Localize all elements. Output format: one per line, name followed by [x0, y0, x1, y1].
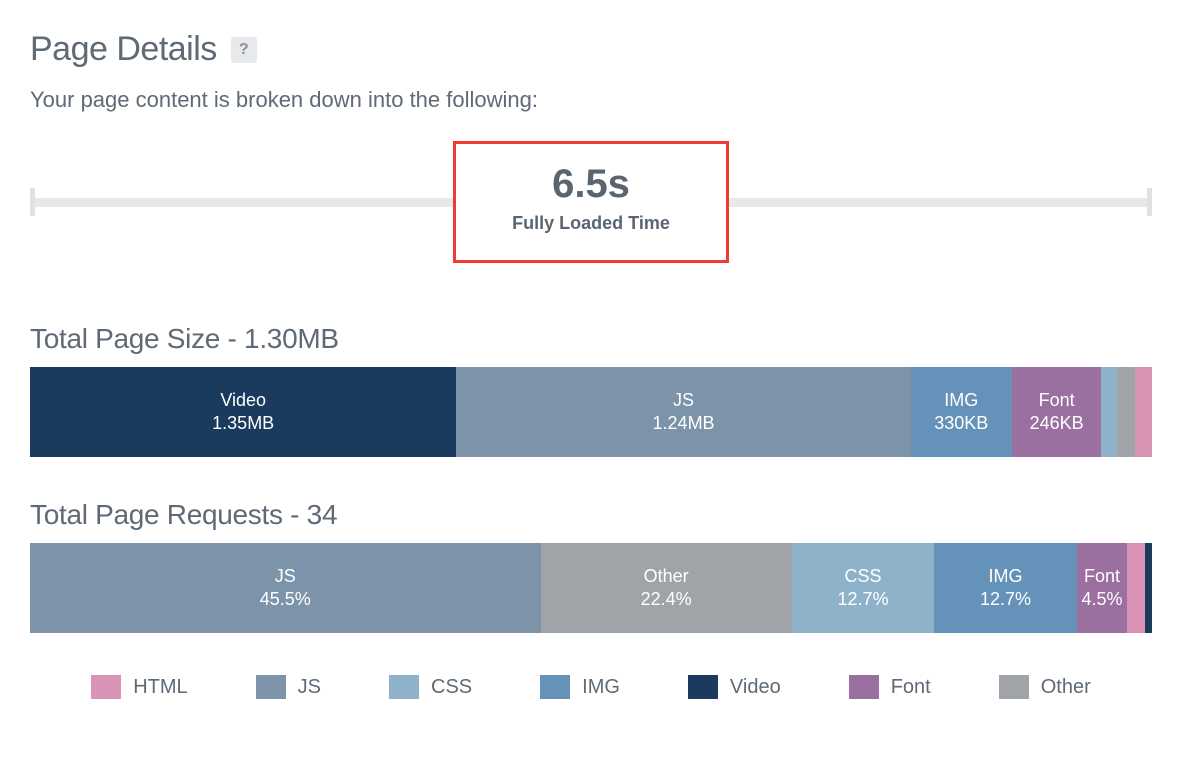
- requests-heading: Total Page Requests - 34: [30, 499, 1152, 531]
- swatch-js: [256, 675, 286, 699]
- segment-value: 330KB: [934, 413, 988, 434]
- bar-segment-js[interactable]: JS45.5%: [30, 543, 541, 633]
- segment-value: 4.5%: [1082, 589, 1123, 610]
- subtitle: Your page content is broken down into th…: [30, 87, 1152, 113]
- segment-value: 12.7%: [838, 589, 889, 610]
- title-row: Page Details ?: [30, 30, 1152, 69]
- swatch-other: [999, 675, 1029, 699]
- legend-label-img: IMG: [582, 676, 620, 699]
- segment-label: IMG: [989, 566, 1023, 587]
- bar-segment-other[interactable]: [1117, 367, 1135, 457]
- swatch-font: [849, 675, 879, 699]
- bar-segment-img[interactable]: IMG330KB: [911, 367, 1012, 457]
- bar-segment-font[interactable]: Font4.5%: [1077, 543, 1127, 633]
- segment-label: Other: [644, 566, 689, 587]
- bar-segment-other[interactable]: Other22.4%: [541, 543, 792, 633]
- bar-segment-video[interactable]: Video1.35MB: [30, 367, 456, 457]
- timeline-line-right: [729, 198, 1147, 207]
- legend-item-other[interactable]: Other: [999, 675, 1091, 699]
- segment-value: 246KB: [1030, 413, 1084, 434]
- page-size-bar: Video1.35MBJS1.24MBIMG330KBFont246KB: [30, 367, 1152, 457]
- bar-segment-css[interactable]: [1101, 367, 1117, 457]
- page-title: Page Details: [30, 30, 217, 69]
- size-heading: Total Page Size - 1.30MB: [30, 323, 1152, 355]
- legend-item-js[interactable]: JS: [256, 675, 321, 699]
- segment-label: Font: [1039, 390, 1075, 411]
- page-requests-bar: JS45.5%Other22.4%CSS12.7%IMG12.7%Font4.5…: [30, 543, 1152, 633]
- segment-label: JS: [673, 390, 694, 411]
- timeline-line-left: [35, 198, 453, 207]
- bar-segment-css[interactable]: CSS12.7%: [792, 543, 934, 633]
- legend-label-js: JS: [298, 676, 321, 699]
- bar-segment-video[interactable]: [1145, 543, 1152, 633]
- bar-segment-html[interactable]: [1127, 543, 1145, 633]
- legend-label-html: HTML: [133, 676, 187, 699]
- bar-segment-img[interactable]: IMG12.7%: [934, 543, 1076, 633]
- legend-item-img[interactable]: IMG: [540, 675, 620, 699]
- bar-segment-html[interactable]: [1135, 367, 1152, 457]
- legend-label-css: CSS: [431, 676, 472, 699]
- swatch-img: [540, 675, 570, 699]
- segment-label: Video: [220, 390, 266, 411]
- segment-label: Font: [1084, 566, 1120, 587]
- segment-value: 1.24MB: [653, 413, 715, 434]
- swatch-html: [91, 675, 121, 699]
- legend-item-font[interactable]: Font: [849, 675, 931, 699]
- fully-loaded-box: 6.5s Fully Loaded Time: [453, 141, 729, 263]
- help-icon[interactable]: ?: [231, 37, 257, 63]
- legend-item-css[interactable]: CSS: [389, 675, 472, 699]
- timeline-cap-right: [1147, 188, 1152, 216]
- segment-value: 12.7%: [980, 589, 1031, 610]
- legend-item-html[interactable]: HTML: [91, 675, 187, 699]
- swatch-video: [688, 675, 718, 699]
- legend: HTML JS CSS IMG Video Font Other: [30, 675, 1152, 699]
- swatch-css: [389, 675, 419, 699]
- legend-label-video: Video: [730, 676, 781, 699]
- fully-loaded-label: Fully Loaded Time: [512, 213, 670, 234]
- fully-loaded-value: 6.5s: [512, 162, 670, 207]
- segment-value: 22.4%: [641, 589, 692, 610]
- legend-label-other: Other: [1041, 676, 1091, 699]
- segment-label: JS: [275, 566, 296, 587]
- bar-segment-js[interactable]: JS1.24MB: [456, 367, 910, 457]
- segment-value: 1.35MB: [212, 413, 274, 434]
- segment-label: IMG: [944, 390, 978, 411]
- legend-item-video[interactable]: Video: [688, 675, 781, 699]
- timeline: 6.5s Fully Loaded Time: [30, 141, 1152, 263]
- segment-value: 45.5%: [260, 589, 311, 610]
- bar-segment-font[interactable]: Font246KB: [1012, 367, 1102, 457]
- segment-label: CSS: [845, 566, 882, 587]
- legend-label-font: Font: [891, 676, 931, 699]
